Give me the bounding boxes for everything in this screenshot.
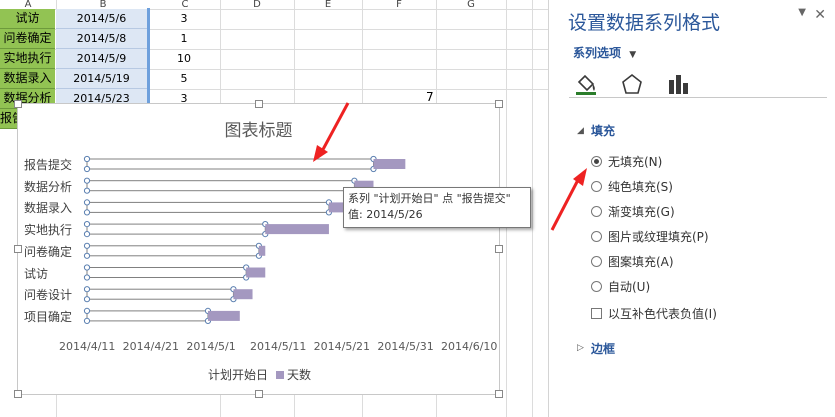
cell-date-4[interactable]: 2014/5/19 <box>56 69 147 89</box>
cell-task-4[interactable]: 数据录入 <box>0 69 55 89</box>
selected-start-bar[interactable] <box>83 307 212 324</box>
duration-bar[interactable] <box>207 310 240 321</box>
fill-option-gradient[interactable]: 渐变填充(G) <box>591 203 675 220</box>
paint-bucket-icon[interactable] <box>573 72 599 96</box>
column-header-f[interactable]: F <box>362 0 436 10</box>
fill-option-none[interactable]: 无填充(N) <box>591 153 662 170</box>
column-header-c[interactable]: C <box>150 0 220 10</box>
cell-value[interactable]: 7 <box>426 90 434 104</box>
cell-task-2[interactable]: 问卷确定 <box>0 29 55 49</box>
chart-tooltip: 系列 "计划开始日" 点 "报告提交" 值: 2014/5/26 <box>343 187 531 228</box>
series-options-dropdown[interactable]: 系列选项 ▼ <box>573 44 636 61</box>
format-series-pane[interactable]: 设置数据系列格式 ▼ ✕ 系列选项 ▼ ◢ 填充 无填充(N) 纯色填充(S) … <box>548 0 835 417</box>
pane-tabs[interactable] <box>573 72 691 96</box>
fill-option-picture[interactable]: 图片或纹理填充(P) <box>591 228 709 245</box>
plot-area[interactable] <box>18 104 499 394</box>
invert-negative-label: 以互补色代表负值(I) <box>608 307 717 321</box>
selected-start-bar[interactable] <box>83 286 237 303</box>
close-icon[interactable]: ✕ <box>814 7 826 23</box>
cell-task-6-partial[interactable]: 报告 <box>0 109 17 129</box>
fill-option-label: 渐变填充(G) <box>608 205 675 219</box>
cell-task-3[interactable]: 实地执行 <box>0 49 55 69</box>
tab-underline <box>569 97 827 98</box>
fill-option-label: 图案填充(A) <box>608 255 674 269</box>
fill-section-header[interactable]: 填充 <box>591 122 615 139</box>
cell-date-3[interactable]: 2014/5/9 <box>56 49 147 69</box>
column-header-b[interactable]: B <box>56 0 150 10</box>
selected-start-bar[interactable] <box>83 221 269 238</box>
cell-days-3[interactable]: 10 <box>150 49 218 68</box>
duration-bar[interactable] <box>258 245 266 256</box>
pane-title: 设置数据系列格式 <box>568 12 721 34</box>
chart-legend[interactable]: 计划开始日 天数 <box>208 366 311 383</box>
fill-option-solid[interactable]: 纯色填充(S) <box>591 178 673 195</box>
red-arrow-annotation <box>550 168 587 231</box>
cell-task-1[interactable]: 试访 <box>0 9 55 29</box>
grid-line <box>532 0 533 417</box>
invert-negative-checkbox[interactable]: 以互补色代表负值(I) <box>591 305 717 322</box>
chevron-down-icon[interactable]: ▼ <box>798 7 806 18</box>
tooltip-series: 系列 "计划开始日" 点 "报告提交" <box>348 192 511 205</box>
range-selection-border <box>147 8 150 104</box>
chevron-down-icon[interactable]: ◢ <box>577 126 584 136</box>
cell-date-2[interactable]: 2014/5/8 <box>56 29 147 49</box>
pentagon-icon[interactable] <box>619 72 645 96</box>
duration-bar[interactable] <box>265 224 329 235</box>
duration-bar[interactable] <box>373 159 406 169</box>
column-header-d[interactable]: D <box>220 0 294 10</box>
series-options-label: 系列选项 <box>573 46 622 60</box>
checkbox[interactable] <box>591 308 602 319</box>
column-header-g[interactable]: G <box>436 0 506 10</box>
selected-start-bar[interactable] <box>83 264 250 281</box>
chevron-right-icon[interactable]: ▷ <box>577 343 584 353</box>
tooltip-value: 值: 2014/5/26 <box>348 208 423 221</box>
spreadsheet-area[interactable]: A B C D E F G 试访 2014/5/6 3 问卷确定 2014/5/… <box>0 0 548 417</box>
selected-start-bar[interactable] <box>83 242 262 259</box>
red-arrow-annotation <box>313 102 350 162</box>
selected-start-bar[interactable] <box>83 199 333 216</box>
fill-option-pattern[interactable]: 图案填充(A) <box>591 253 674 270</box>
cell-date-1[interactable]: 2014/5/6 <box>56 9 147 29</box>
cell-days-4[interactable]: 5 <box>150 69 218 88</box>
duration-bar[interactable] <box>246 267 266 278</box>
radio-button[interactable] <box>591 281 602 292</box>
fill-option-automatic[interactable]: 自动(U) <box>591 278 650 295</box>
fill-option-label: 无填充(N) <box>608 155 663 169</box>
radio-button[interactable] <box>591 256 602 267</box>
border-section-header[interactable]: 边框 <box>591 340 615 357</box>
column-header-a[interactable]: A <box>0 0 56 10</box>
legend-swatch <box>276 370 285 379</box>
fill-option-label: 自动(U) <box>608 280 651 294</box>
legend-days: 天数 <box>287 368 312 382</box>
duration-bar[interactable] <box>233 289 253 300</box>
legend-start-date: 计划开始日 <box>208 368 269 382</box>
gantt-chart[interactable]: 图表标题 报告提交 数据分析 数据录入 实地执行 问卷确定 试访 问卷设计 项目确定 2014… <box>14 100 503 398</box>
fill-option-label: 纯色填充(S) <box>608 180 673 194</box>
chevron-down-icon: ▼ <box>629 50 637 60</box>
selected-start-bar[interactable] <box>83 177 358 194</box>
cell-days-2[interactable]: 1 <box>150 29 218 48</box>
fill-option-label: 图片或纹理填充(P) <box>608 230 709 244</box>
cell-days-1[interactable]: 3 <box>150 9 218 28</box>
bar-chart-icon[interactable] <box>665 72 691 96</box>
column-header-e[interactable]: E <box>294 0 362 10</box>
